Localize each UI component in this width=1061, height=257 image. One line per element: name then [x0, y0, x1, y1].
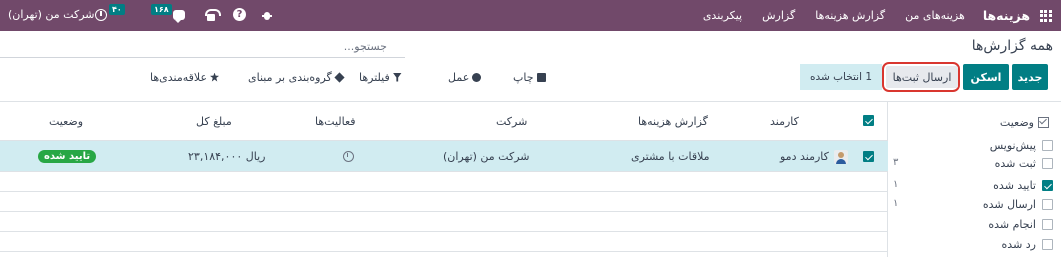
filter-label: ثبت شده [994, 157, 1036, 170]
cell-total: ریال ۲۳,۱۸۴,۰۰۰ [188, 150, 266, 163]
filter-checkbox[interactable] [1042, 158, 1053, 169]
group-by-button[interactable]: گروه‌بندی بر مبنای [248, 70, 345, 84]
cell-status: تایید شده [38, 141, 97, 172]
menu-reporting[interactable]: گزارش [762, 9, 795, 22]
menu-configuration[interactable]: پیکربندی [703, 9, 742, 22]
action-button[interactable]: عمل [448, 70, 482, 84]
bug-icon[interactable] [262, 9, 272, 21]
filter-checkbox[interactable] [1042, 180, 1053, 191]
filter-checkbox[interactable] [1042, 239, 1053, 250]
empty-row [0, 172, 888, 192]
new-button[interactable]: جدید [1012, 64, 1048, 90]
group-by-label: گروه‌بندی بر مبنای [248, 70, 332, 84]
filter-checkbox[interactable] [1042, 140, 1053, 151]
select-all-checkbox[interactable] [863, 115, 874, 126]
expense-reports-list: کارمند گزارش هزینه‌ها شرکت فعالیت‌ها مبل… [0, 102, 888, 257]
filter-label: پیش‌نویس [989, 139, 1036, 152]
search-panel-title: وضعیت [999, 116, 1034, 129]
filter-icon [392, 72, 402, 82]
filters-button[interactable]: فیلترها [359, 70, 402, 84]
search-panel-heading: وضعیت [1000, 116, 1049, 129]
column-header-total[interactable]: مبلغ کل [196, 102, 232, 140]
action-label: عمل [448, 70, 470, 84]
status-badge: تایید شده [38, 150, 97, 163]
filters-label: فیلترها [359, 70, 390, 84]
column-header-employee[interactable]: کارمند [770, 102, 799, 140]
activity-clock-icon[interactable] [343, 151, 354, 162]
empty-row [0, 192, 888, 212]
help-icon[interactable]: ? [233, 8, 246, 21]
filter-label: ارسال شده [982, 198, 1036, 211]
search-input[interactable]: جستجو... [0, 38, 405, 58]
filter-checkbox[interactable] [1042, 199, 1053, 210]
activity-clock-icon[interactable] [95, 9, 107, 21]
print-button[interactable]: چاپ [513, 70, 546, 84]
chat-icon[interactable] [173, 10, 185, 23]
layers-icon [334, 71, 345, 83]
column-header-company[interactable]: شرکت [496, 102, 527, 140]
filter-checkbox[interactable] [1042, 219, 1053, 230]
cell-company: شرکت من (تهران) [443, 150, 530, 163]
print-icon [536, 72, 546, 82]
filter-item-draft[interactable]: پیش‌نویس [893, 137, 1053, 155]
menu-expense-reports[interactable]: گزارش هزینه‌ها [815, 9, 885, 22]
scan-button[interactable]: اسکن [963, 64, 1009, 90]
filter-item-reported[interactable]: ثبت شده ۳ [893, 155, 1053, 173]
filter-label: انجام شده [988, 218, 1036, 231]
cell-activities[interactable] [343, 141, 354, 172]
empty-row [0, 232, 888, 252]
print-label: چاپ [513, 70, 534, 84]
table-row[interactable]: کارمند دمو ملاقات با مشتری شرکت من (تهرا… [0, 141, 888, 172]
column-header-activities[interactable]: فعالیت‌ها [315, 102, 356, 140]
cell-report: ملاقات با مشتری [631, 150, 710, 163]
filter-item-posted[interactable]: ارسال شده ۱ [893, 196, 1053, 214]
top-navbar: هزینه‌ها هزینه‌های من گزارش هزینه‌ها گزا… [0, 0, 1061, 31]
main-menu: هزینه‌ها هزینه‌های من گزارش هزینه‌ها گزا… [683, 0, 1061, 31]
search-panel: وضعیت پیش‌نویس ثبت شده ۳ تایید شده ۱ ارس… [889, 102, 1061, 257]
filter-count: ۳ [893, 157, 899, 168]
filter-count: ۱ [893, 179, 899, 190]
activities-badge: ۴۰ [109, 4, 125, 15]
empty-row [0, 212, 888, 232]
favorites-button[interactable]: علاقه‌مندی‌ها [150, 70, 220, 84]
page-title: همه گزارش‌ها [971, 38, 1053, 54]
avatar [833, 149, 848, 164]
column-header-report[interactable]: گزارش هزینه‌ها [638, 102, 708, 140]
column-header-status[interactable]: وضعیت [49, 102, 83, 140]
filter-count: ۱ [893, 198, 899, 209]
row-checkbox[interactable] [863, 151, 874, 162]
cell-employee: کارمند دمو [780, 141, 848, 172]
selected-count-badge[interactable]: 1 انتخاب شده [800, 64, 882, 90]
filter-label: تایید شده [993, 179, 1036, 192]
messages-badge: ۱۶۸ [151, 4, 172, 15]
gear-icon [472, 72, 482, 82]
phone-icon[interactable] [205, 9, 221, 21]
company-switcher[interactable]: شرکت من (تهران) [8, 8, 95, 21]
submit-entries-button[interactable]: ارسال ثبت‌ها [886, 66, 958, 88]
star-icon [210, 72, 220, 82]
app-brand[interactable]: هزینه‌ها [983, 8, 1030, 23]
check-square-icon [1038, 117, 1049, 128]
filter-label: رد شده [1001, 238, 1036, 251]
apps-grid-icon[interactable] [1030, 0, 1061, 31]
menu-my-expenses[interactable]: هزینه‌های من [905, 9, 965, 22]
filter-item-approved[interactable]: تایید شده ۱ [893, 177, 1053, 195]
filter-item-done[interactable]: انجام شده [893, 216, 1053, 234]
filter-item-refused[interactable]: رد شده [893, 236, 1053, 254]
employee-name: کارمند دمو [780, 150, 829, 163]
favorites-label: علاقه‌مندی‌ها [150, 70, 208, 84]
